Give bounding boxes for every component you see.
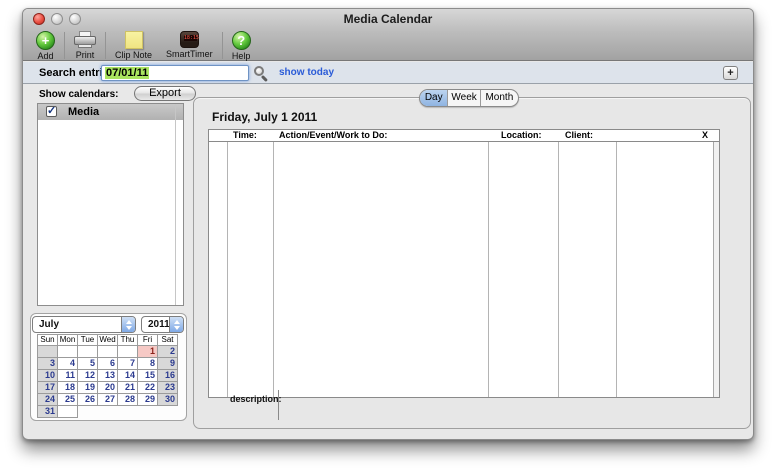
col-x: X xyxy=(702,130,708,141)
column-divider xyxy=(273,142,274,397)
show-today-link[interactable]: show today xyxy=(279,62,334,84)
timer-icon: 18:15 xyxy=(180,31,199,48)
tab-week[interactable]: Week xyxy=(447,90,479,106)
smarttimer-button[interactable]: 18:15 SmartTimer xyxy=(159,31,220,59)
column-divider xyxy=(616,142,617,397)
month-popup[interactable]: July xyxy=(32,316,136,333)
date-cell[interactable]: 31 xyxy=(37,405,58,418)
toolbar-separator xyxy=(105,32,106,59)
col-client: Client: xyxy=(565,130,593,141)
show-calendars-label: Show calendars: xyxy=(39,89,118,100)
mini-calendar-grid: Sun Mon Tue Wed Thu Fri Sat 1 2 xyxy=(37,334,178,418)
column-divider xyxy=(488,142,489,397)
table-scrollbar-track xyxy=(713,142,719,397)
tab-day[interactable]: Day xyxy=(420,90,447,106)
col-time: Time: xyxy=(233,130,257,141)
window-title: Media Calendar xyxy=(23,9,753,29)
screen: Media Calendar + Add Print xyxy=(0,0,776,473)
sticky-note-icon xyxy=(125,31,143,49)
clip-note-button[interactable]: Clip Note xyxy=(108,31,159,60)
help-icon: ? xyxy=(232,31,251,50)
stepper-arrows-icon xyxy=(169,317,183,332)
day-view-pane: Friday, July 1 2011 Time: Action/Event/W… xyxy=(193,97,751,429)
search-icon[interactable] xyxy=(254,66,270,82)
events-table-header: Time: Action/Event/Work to Do: Location:… xyxy=(209,130,719,142)
help-button[interactable]: ? Help xyxy=(225,31,258,61)
print-button[interactable]: Print xyxy=(67,31,103,60)
description-label: description: xyxy=(230,394,282,404)
calendar-list-item-media[interactable]: ✓ Media xyxy=(38,104,183,120)
media-checkbox[interactable]: ✓ xyxy=(46,106,57,117)
column-divider xyxy=(227,142,228,397)
list-scrollbar-track xyxy=(175,104,176,305)
column-divider xyxy=(558,142,559,397)
description-divider xyxy=(278,390,279,420)
toolbar: + Add Print Clip Note xyxy=(29,31,258,61)
view-tabs: Day Week Month xyxy=(419,89,519,107)
add-button[interactable]: + Add xyxy=(29,31,62,61)
export-button[interactable]: Export xyxy=(134,86,196,101)
search-value: 07/01/11 xyxy=(105,67,149,79)
add-plus-icon: + xyxy=(36,31,55,50)
search-bar: Search entries for: 07/01/11 show today … xyxy=(23,62,753,84)
col-action: Action/Event/Work to Do: xyxy=(279,130,387,141)
events-table: Time: Action/Event/Work to Do: Location:… xyxy=(208,129,720,398)
date-heading: Friday, July 1 2011 xyxy=(212,110,317,124)
window-header: Media Calendar + Add Print xyxy=(23,9,753,61)
stepper-arrows-icon xyxy=(121,317,135,332)
add-entry-button[interactable]: + xyxy=(723,66,738,80)
col-location: Location: xyxy=(501,130,542,141)
tab-month[interactable]: Month xyxy=(480,90,518,106)
calendar-list: ✓ Media xyxy=(37,103,184,306)
calendar-name: Media xyxy=(68,104,99,120)
calendar-week-row: 31 xyxy=(37,406,178,418)
titlebar: Media Calendar xyxy=(23,9,753,29)
date-cell[interactable] xyxy=(57,405,78,418)
printer-icon xyxy=(74,31,96,49)
search-input[interactable]: 07/01/11 xyxy=(101,65,249,81)
toolbar-separator xyxy=(222,32,223,59)
year-popup[interactable]: 2011 xyxy=(141,316,184,333)
toolbar-separator xyxy=(64,32,65,59)
app-window: Media Calendar + Add Print xyxy=(22,8,754,440)
